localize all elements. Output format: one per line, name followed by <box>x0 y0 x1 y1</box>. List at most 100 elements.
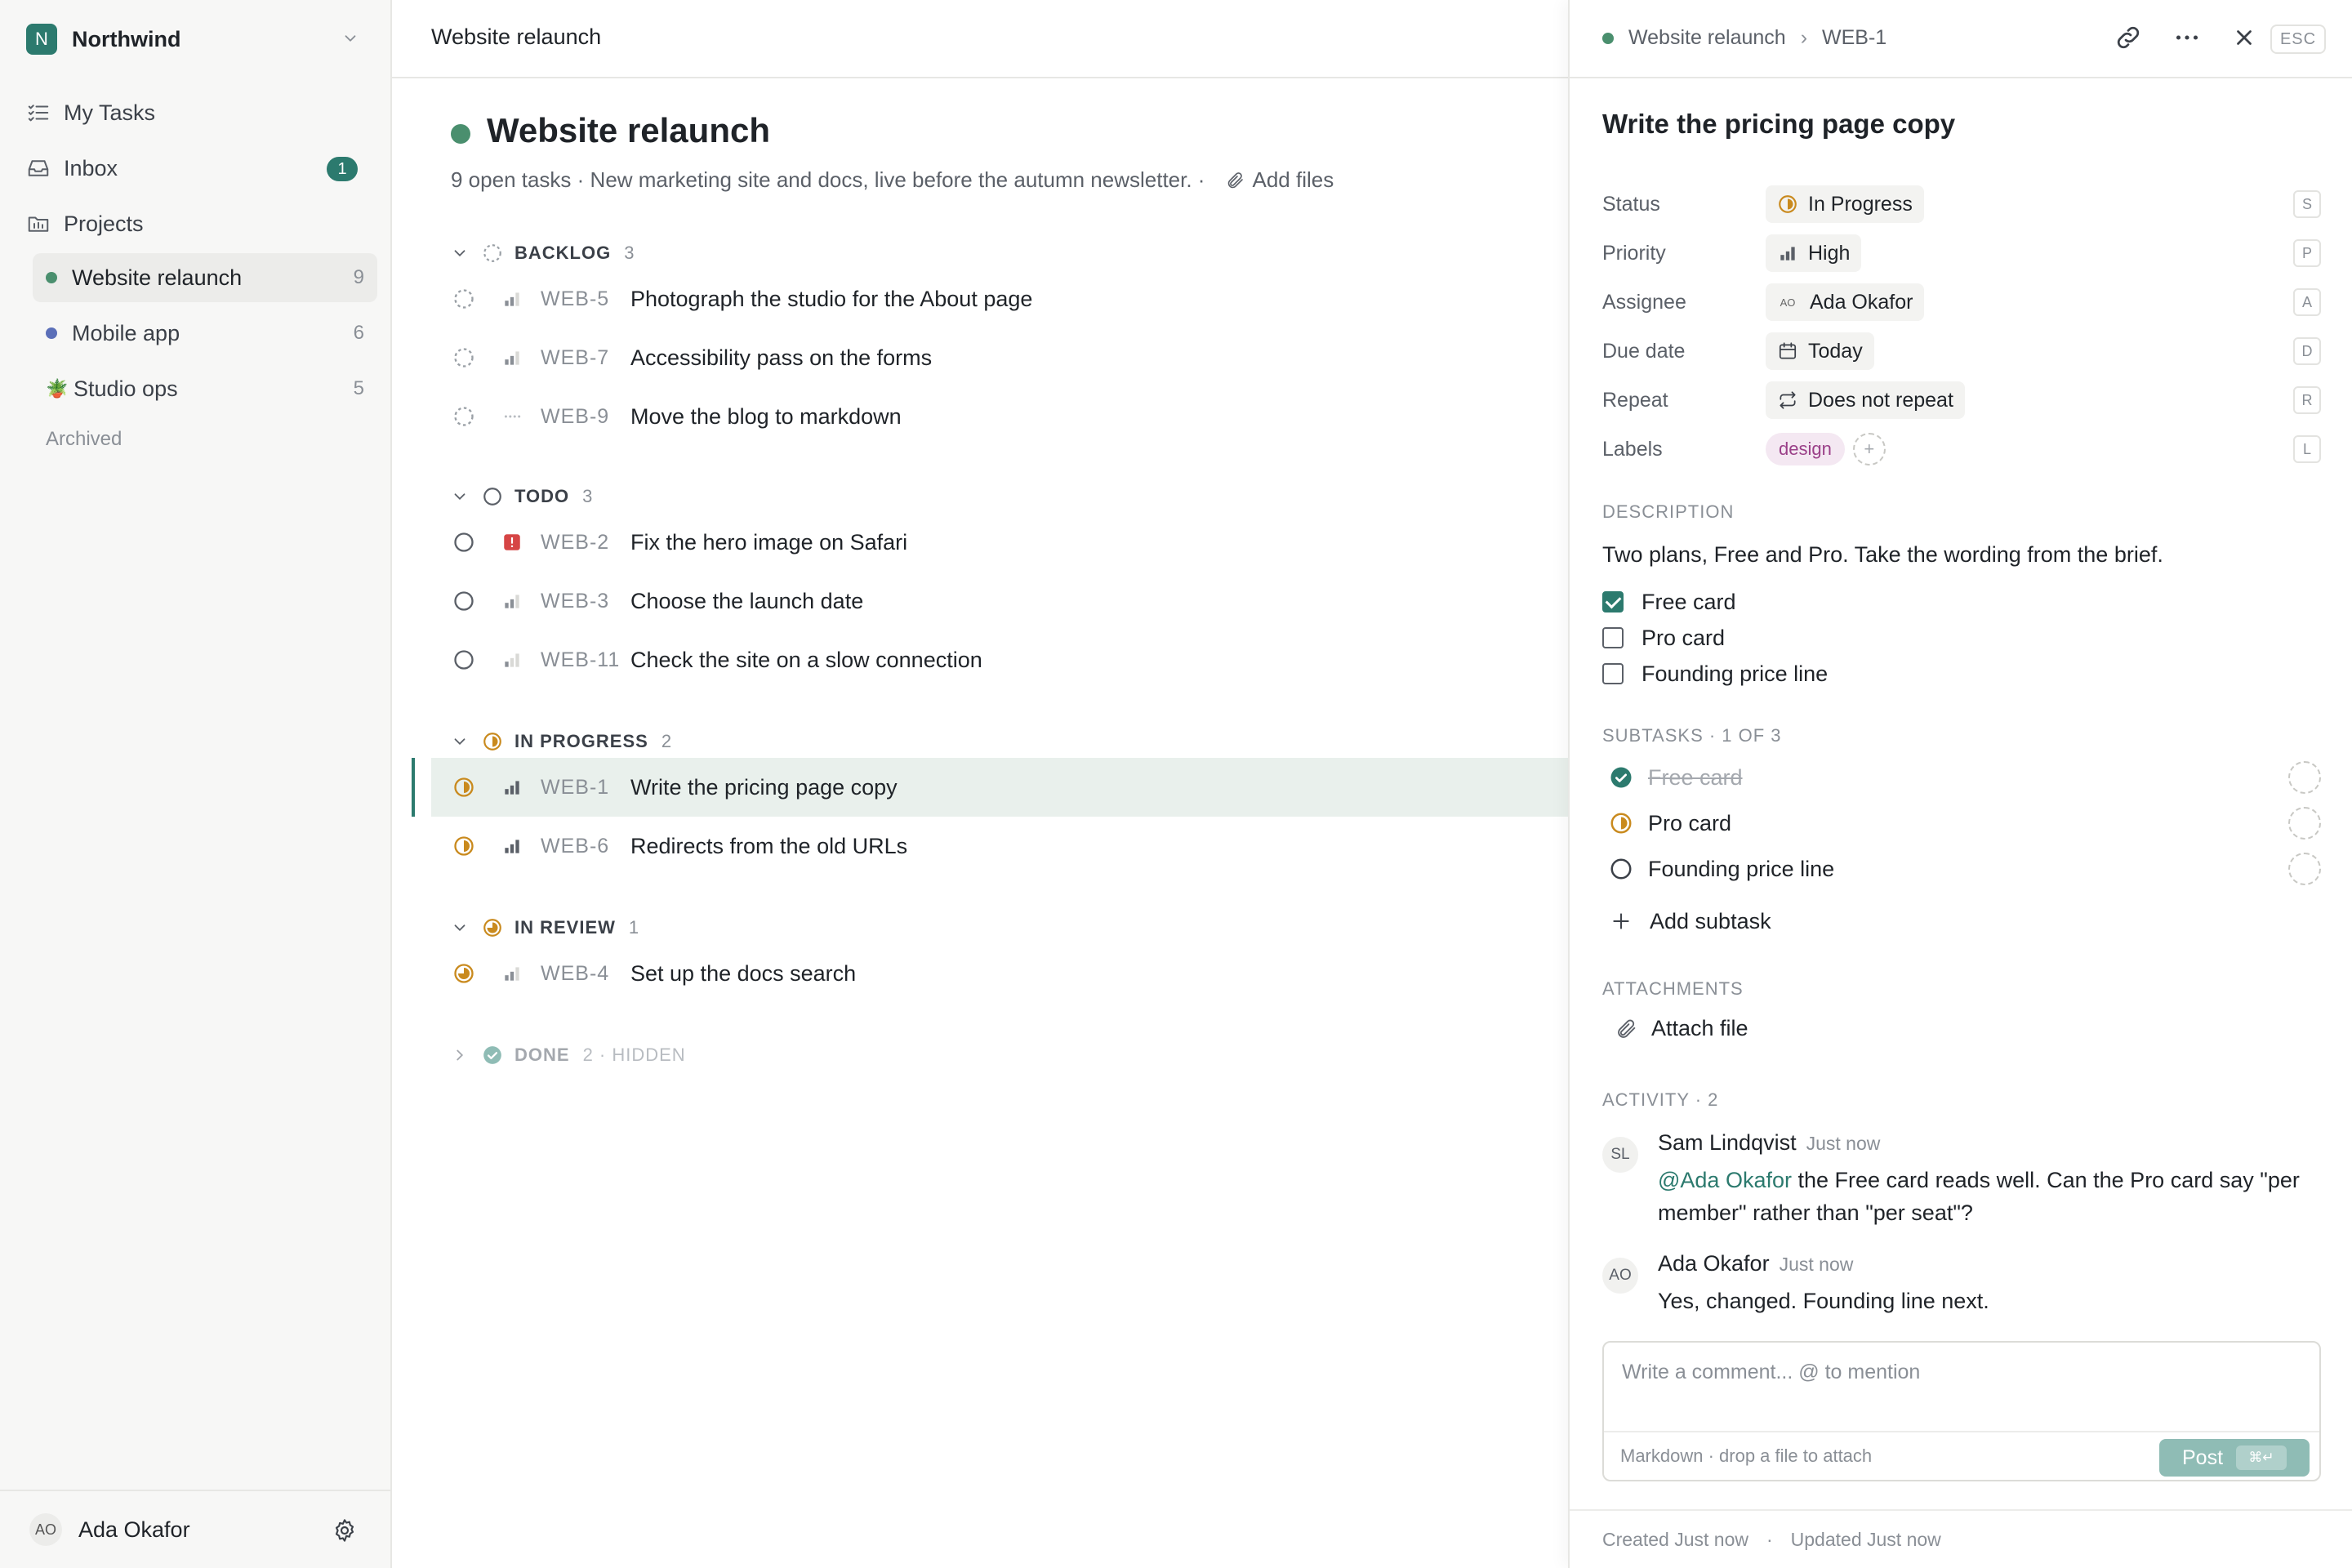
subtask-item[interactable]: Free card <box>1602 755 2321 800</box>
subtask-item[interactable]: Founding price line <box>1602 846 2321 892</box>
post-button[interactable]: Post ⌘↵ <box>2159 1439 2310 1477</box>
chevron-down-icon <box>454 924 466 932</box>
panel-footer: Created Just now · Updated Just now <box>1570 1509 2352 1568</box>
description-text[interactable]: Two plans, Free and Pro. Take the wordin… <box>1602 542 2163 568</box>
checkbox[interactable] <box>1602 627 1624 648</box>
priority-low-icon[interactable] <box>501 649 523 670</box>
status-progress-icon[interactable] <box>1609 811 1633 835</box>
status-progress-icon <box>483 733 501 751</box>
avatar[interactable]: AO <box>29 1513 62 1546</box>
sidebar-item-archived[interactable]: Archived <box>46 428 122 451</box>
group-count: 3 <box>582 486 594 506</box>
task-row[interactable]: WEB-4 Set up the docs search <box>451 944 1568 1003</box>
task-title-heading[interactable]: Write the pricing page copy <box>1602 109 1955 140</box>
add-subtask-button[interactable]: Add subtask <box>1602 898 2321 944</box>
property-label: Priority <box>1602 241 1666 265</box>
group-header[interactable]: IN PROGRESS 2 <box>451 725 1568 758</box>
status-todo-icon[interactable] <box>452 531 475 554</box>
task-title: Choose the launch date <box>630 588 864 613</box>
task-row[interactable]: WEB-9 Move the blog to markdown <box>451 387 1568 446</box>
priority-medium-icon[interactable] <box>501 963 523 984</box>
status-todo-icon[interactable] <box>1609 857 1633 881</box>
add-files-link[interactable]: Add files <box>1252 167 1334 193</box>
checklist-icon <box>28 105 49 122</box>
status-progress-icon[interactable] <box>452 835 475 858</box>
subtasks-section-title: SUBTASKS · 1 OF 3 <box>1602 725 1782 746</box>
status-done-icon[interactable] <box>1609 765 1633 790</box>
status-dropdown[interactable]: In Progress <box>1766 185 1924 223</box>
sidebar-project-mobile-app[interactable]: Mobile app 6 <box>33 309 377 358</box>
sidebar-item-inbox[interactable]: Inbox 1 <box>26 145 369 191</box>
group-header[interactable]: TODO 3 <box>451 480 1568 513</box>
sidebar-item-my-tasks[interactable]: My Tasks <box>26 90 369 136</box>
comment-composer[interactable]: Write a comment... @ to mention Markdown… <box>1602 1341 2321 1481</box>
status-backlog-icon[interactable] <box>452 287 475 310</box>
checkbox[interactable] <box>1602 663 1624 684</box>
group-header[interactable]: BACKLOG 3 <box>451 237 1568 270</box>
status-review-icon[interactable] <box>452 962 475 985</box>
comment-body: Ada Okafor Just now Yes, changed. Foundin… <box>1658 1251 2311 1317</box>
breadcrumb-project[interactable]: Website relaunch <box>1628 26 1786 50</box>
chevron-down-icon <box>454 493 466 501</box>
close-icon[interactable] <box>2230 23 2259 52</box>
breadcrumb-task-id[interactable]: WEB-1 <box>1822 26 1886 50</box>
subtask-assignee-button[interactable] <box>2288 807 2321 840</box>
subtask-assignee-button[interactable] <box>2288 761 2321 794</box>
property-repeat: Repeat Does not repeat R <box>1602 376 2321 425</box>
priority-medium-icon[interactable] <box>501 590 523 612</box>
group-count: 1 <box>628 917 640 938</box>
attach-file-button[interactable]: Attach file <box>1615 1016 1748 1041</box>
task-row[interactable]: WEB-2 Fix the hero image on Safari <box>451 513 1568 572</box>
status-progress-icon[interactable] <box>452 776 475 799</box>
task-row[interactable]: WEB-5 Photograph the studio for the Abou… <box>451 270 1568 328</box>
property-priority: Priority High P <box>1602 229 2321 278</box>
status-backlog-icon[interactable] <box>452 405 475 428</box>
priority-medium-icon[interactable] <box>501 288 523 310</box>
more-icon[interactable] <box>2172 23 2202 52</box>
label-chip-design[interactable]: design <box>1766 433 1845 466</box>
sidebar-project-studio-ops[interactable]: 🪴 Studio ops 5 <box>33 364 377 413</box>
meta-separator: · <box>1766 1529 1773 1550</box>
status-todo-icon[interactable] <box>452 648 475 671</box>
workspace-switcher[interactable]: N Northwind <box>26 23 369 56</box>
comment-header: Sam Lindqvist Just now <box>1658 1130 2311 1156</box>
assignee-dropdown[interactable]: AO Ada Okafor <box>1766 283 1925 321</box>
workspace-logo: N <box>26 24 57 55</box>
mention-link[interactable]: @Ada Okafor <box>1658 1168 1792 1192</box>
esc-key-hint: ESC <box>2270 24 2326 54</box>
task-row[interactable]: WEB-3 Choose the launch date <box>451 572 1568 630</box>
task-row[interactable]: WEB-6 Redirects from the old URLs <box>451 817 1568 875</box>
sidebar-project-website-relaunch[interactable]: Website relaunch 9 <box>33 253 377 302</box>
subtask-item[interactable]: Pro card <box>1602 800 2321 846</box>
priority-high-icon[interactable] <box>501 777 523 798</box>
task-row[interactable]: WEB-11 Check the site on a slow connecti… <box>451 630 1568 689</box>
app-root: N Northwind My Tasks Inbox 1 Projects We <box>0 0 2352 1568</box>
subtask-assignee-button[interactable] <box>2288 853 2321 885</box>
status-backlog-icon[interactable] <box>452 346 475 369</box>
status-todo-icon[interactable] <box>452 590 475 612</box>
chevron-down-icon <box>454 250 466 257</box>
chevron-down-icon <box>345 35 356 42</box>
gear-icon[interactable] <box>332 1517 358 1544</box>
group-done: DONE 2 · HIDDEN <box>451 1039 1568 1071</box>
link-icon[interactable] <box>2114 23 2143 52</box>
priority-none-icon[interactable] <box>501 406 523 427</box>
attachments-section-title: ATTACHMENTS <box>1602 978 1744 999</box>
group-header[interactable]: DONE 2 · HIDDEN <box>451 1039 1568 1071</box>
priority-urgent-icon[interactable] <box>501 532 523 553</box>
sidebar-nav: My Tasks Inbox 1 Projects <box>26 90 369 256</box>
comment-input[interactable]: Write a comment... @ to mention <box>1622 1361 1920 1384</box>
composer-hint: Markdown · drop a file to attach <box>1620 1446 1873 1466</box>
sidebar-item-projects[interactable]: Projects <box>26 201 369 247</box>
add-label-button[interactable]: + <box>1852 433 1886 466</box>
priority-dropdown[interactable]: High <box>1766 234 1862 272</box>
group-header[interactable]: IN REVIEW 1 <box>451 911 1568 944</box>
checkbox-checked[interactable] <box>1602 591 1624 612</box>
task-row[interactable]: WEB-7 Accessibility pass on the forms <box>451 328 1568 387</box>
due-date-picker[interactable]: Today <box>1766 332 1874 370</box>
repeat-dropdown[interactable]: Does not repeat <box>1766 381 1965 419</box>
priority-high-icon[interactable] <box>501 835 523 857</box>
priority-medium-icon[interactable] <box>501 347 523 368</box>
group-name: DONE <box>514 1045 570 1065</box>
task-row-selected[interactable]: WEB-1 Write the pricing page copy <box>412 758 1568 817</box>
